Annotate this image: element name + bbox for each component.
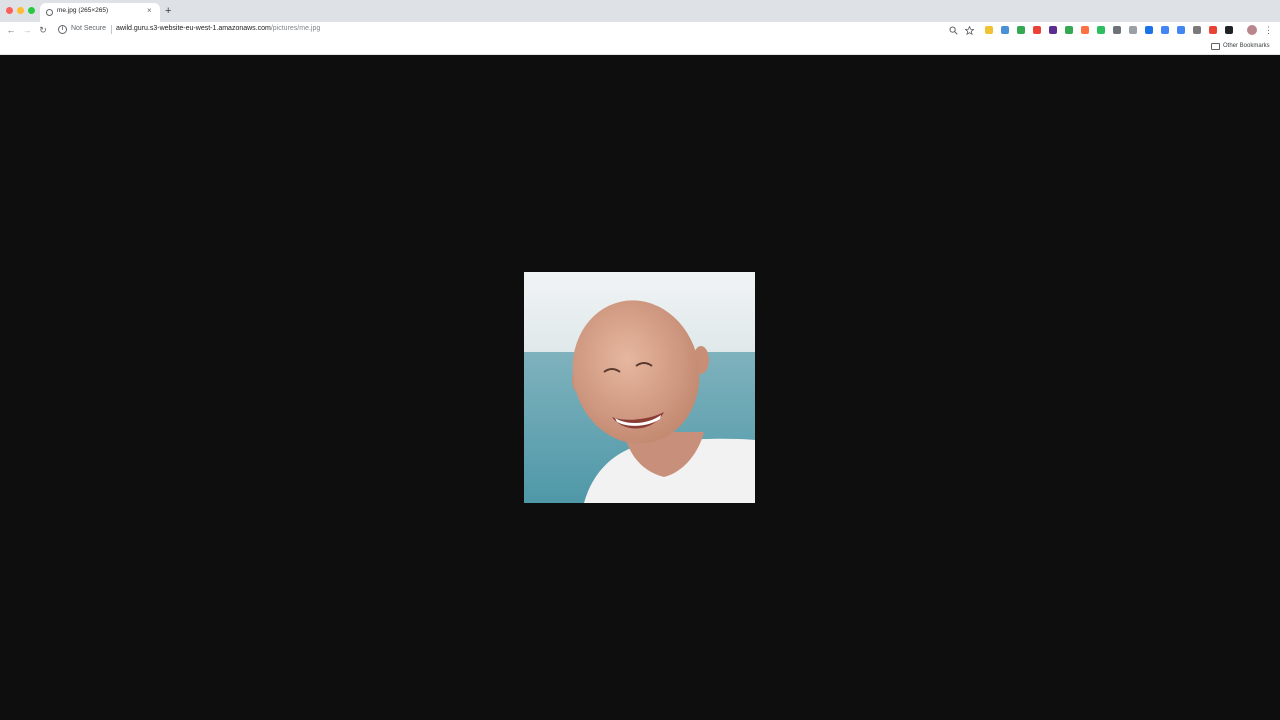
back-icon[interactable]: ←: [5, 24, 17, 36]
tab-strip: me.jpg (265×265) × +: [0, 0, 1280, 22]
extension-badge-icon[interactable]: [1049, 26, 1057, 34]
security-status[interactable]: Not Secure: [71, 25, 106, 32]
address-bar[interactable]: awild.guru.s3-website-eu-west-1.amazonaw…: [116, 25, 320, 32]
image-viewer: [0, 56, 1280, 720]
extension-box-icon[interactable]: [1129, 26, 1137, 34]
window-minimize-button[interactable]: [17, 7, 24, 14]
zoom-icon[interactable]: [949, 26, 958, 35]
extension-grid-icon[interactable]: [1177, 26, 1185, 34]
extension-mail-icon[interactable]: [1033, 26, 1041, 34]
extension-blue-icon[interactable]: [1145, 26, 1153, 34]
extension-camera-icon[interactable]: [1193, 26, 1201, 34]
extension-drive-icon[interactable]: [1017, 26, 1025, 34]
active-tab[interactable]: me.jpg (265×265) ×: [40, 3, 160, 22]
extension-circle-icon[interactable]: [1113, 26, 1121, 34]
tab-title: me.jpg (265×265): [57, 7, 109, 14]
extension-w-icon[interactable]: [1161, 26, 1169, 34]
browser-toolbar: ← → ↻ i Not Secure awild.guru.s3-website…: [0, 22, 1280, 39]
info-icon[interactable]: i: [58, 25, 67, 34]
displayed-image[interactable]: [524, 272, 755, 503]
tab-close-icon[interactable]: ×: [147, 6, 152, 16]
extension-dark-icon[interactable]: [1225, 26, 1233, 34]
url-host: awild.guru.s3-website-eu-west-1.amazonaw…: [116, 25, 271, 32]
new-tab-button[interactable]: +: [165, 5, 171, 17]
reload-icon[interactable]: ↻: [37, 24, 49, 36]
bookmarks-bar: Other Bookmarks: [0, 39, 1280, 55]
extension-check-icon[interactable]: [1065, 26, 1073, 34]
extension-red-icon[interactable]: [1209, 26, 1217, 34]
window-maximize-button[interactable]: [28, 7, 35, 14]
url-path: /pictures/me.jpg: [270, 25, 321, 32]
portrait-photo: [524, 272, 755, 503]
extension-phone-icon[interactable]: [1001, 26, 1009, 34]
extension-bolt-icon[interactable]: [985, 26, 993, 34]
url-separator: [111, 25, 112, 34]
globe-icon: [46, 9, 53, 16]
avatar[interactable]: [1247, 25, 1257, 35]
folder-icon: [1211, 43, 1220, 50]
forward-icon[interactable]: →: [21, 24, 33, 36]
other-bookmarks-button[interactable]: Other Bookmarks: [1223, 43, 1270, 49]
extension-orange-icon[interactable]: [1081, 26, 1089, 34]
extension-evernote-icon[interactable]: [1097, 26, 1105, 34]
menu-icon[interactable]: ⋮: [1264, 24, 1273, 36]
bookmark-star-icon[interactable]: [965, 26, 974, 35]
window-close-button[interactable]: [6, 7, 13, 14]
